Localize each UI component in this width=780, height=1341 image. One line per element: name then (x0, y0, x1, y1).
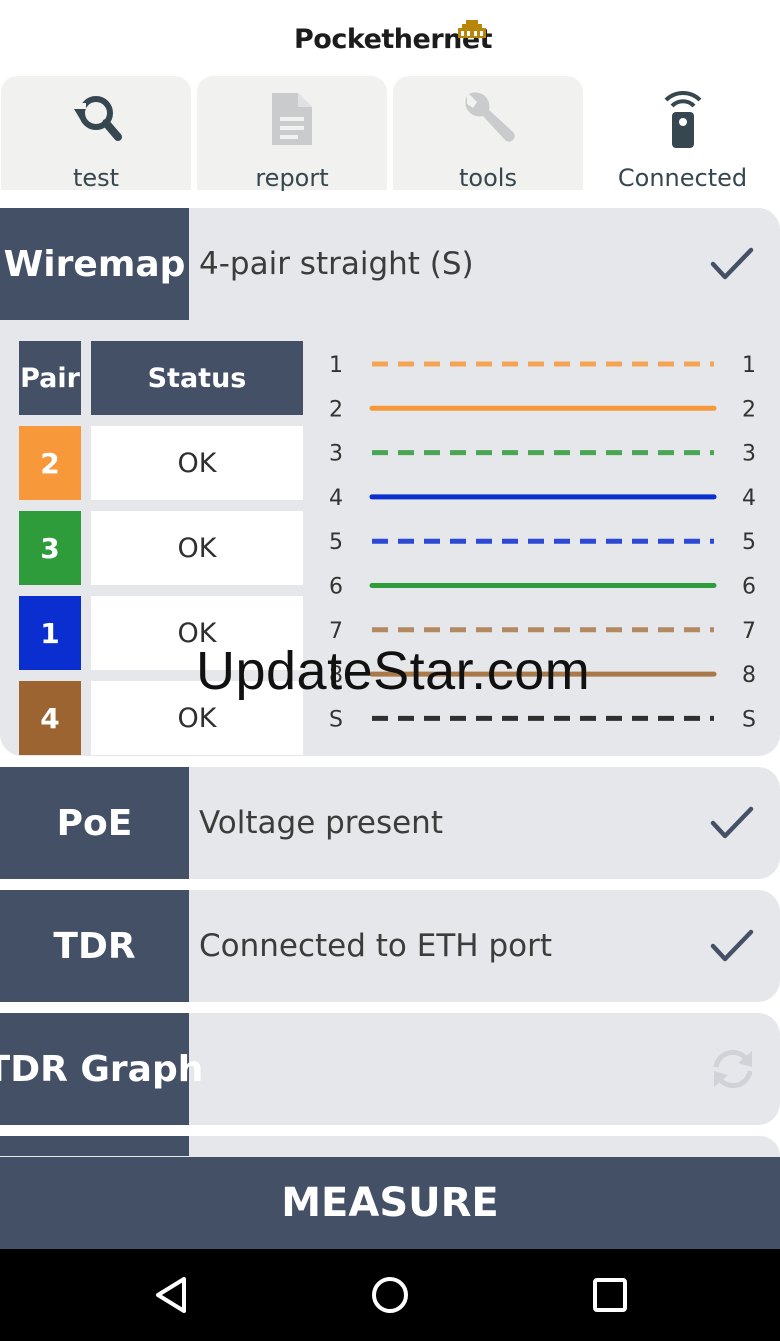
pair-status: OK (91, 511, 303, 585)
wiremap-result: 4-pair straight (S) (199, 246, 474, 282)
pair-number: 3 (19, 511, 81, 585)
tab-label: test (72, 164, 120, 192)
tab-test[interactable]: test (1, 76, 191, 192)
recents-icon[interactable] (590, 1275, 630, 1315)
wire-pin-left: 4 (329, 486, 343, 511)
wire-pin-right: 5 (742, 530, 756, 555)
wire-pin-left: 1 (329, 353, 343, 378)
tdr-label: TDR (0, 890, 189, 1002)
wire-pin-left: 3 (329, 442, 343, 467)
search-refresh-icon (74, 96, 122, 141)
wire-pin-right: 4 (742, 486, 756, 511)
wiremap-label: Wiremap (0, 208, 189, 320)
pair-number: 2 (19, 426, 81, 500)
logo-mark-icon (458, 20, 486, 38)
remote-device-icon (664, 90, 701, 148)
pair-number: 1 (19, 596, 81, 670)
wire-pin-right: 8 (742, 663, 756, 688)
android-nav-bar (0, 1249, 780, 1341)
check-icon (710, 929, 754, 962)
tab-bar: test report tools Connected (0, 76, 780, 198)
next-card-label (0, 1136, 189, 1156)
tdr-graph-card[interactable]: TDR Graph (0, 1013, 780, 1125)
home-icon[interactable] (370, 1275, 410, 1315)
document-icon (272, 93, 312, 145)
tdr-graph-label: TDR Graph (0, 1013, 203, 1125)
tab-tools[interactable]: tools (393, 76, 583, 192)
poe-card[interactable]: PoE Voltage present (0, 767, 780, 879)
wire-pin-right: 6 (742, 575, 756, 600)
pair-number: 4 (19, 681, 81, 755)
wire-pin-right: 1 (742, 353, 756, 378)
wire-pin-left: 2 (329, 397, 343, 422)
tab-label: report (255, 164, 329, 192)
tab-connected[interactable]: Connected (585, 76, 780, 198)
wire-pin-right: 3 (742, 442, 756, 467)
refresh-icon (713, 1049, 753, 1089)
measure-button[interactable]: MEASURE (0, 1157, 780, 1249)
wire-pin-left: 6 (329, 575, 343, 600)
tab-label: Connected (617, 164, 748, 192)
poe-result: Voltage present (199, 805, 443, 841)
wire-pin-left: 5 (329, 530, 343, 555)
app-header: Pockethernet (0, 0, 780, 76)
wrench-icon (465, 92, 515, 142)
check-icon (710, 806, 754, 839)
tab-report[interactable]: report (197, 76, 387, 192)
tab-label: tools (459, 164, 517, 192)
wire-pin-right: S (742, 707, 756, 732)
watermark: UpdateStar.com (196, 641, 591, 701)
wire-pin-left: S (329, 707, 343, 732)
pair-status: OK (91, 426, 303, 500)
wire-pin-right: 7 (742, 619, 756, 644)
status-column-header: Status (91, 341, 303, 415)
tdr-card[interactable]: TDR Connected to ETH port (0, 890, 780, 1002)
tdr-result: Connected to ETH port (199, 928, 552, 964)
check-icon (710, 247, 754, 280)
back-icon[interactable] (152, 1275, 192, 1315)
wire-pin-right: 2 (742, 397, 756, 422)
poe-label: PoE (0, 767, 189, 879)
pair-column-header: Pair (19, 341, 81, 415)
